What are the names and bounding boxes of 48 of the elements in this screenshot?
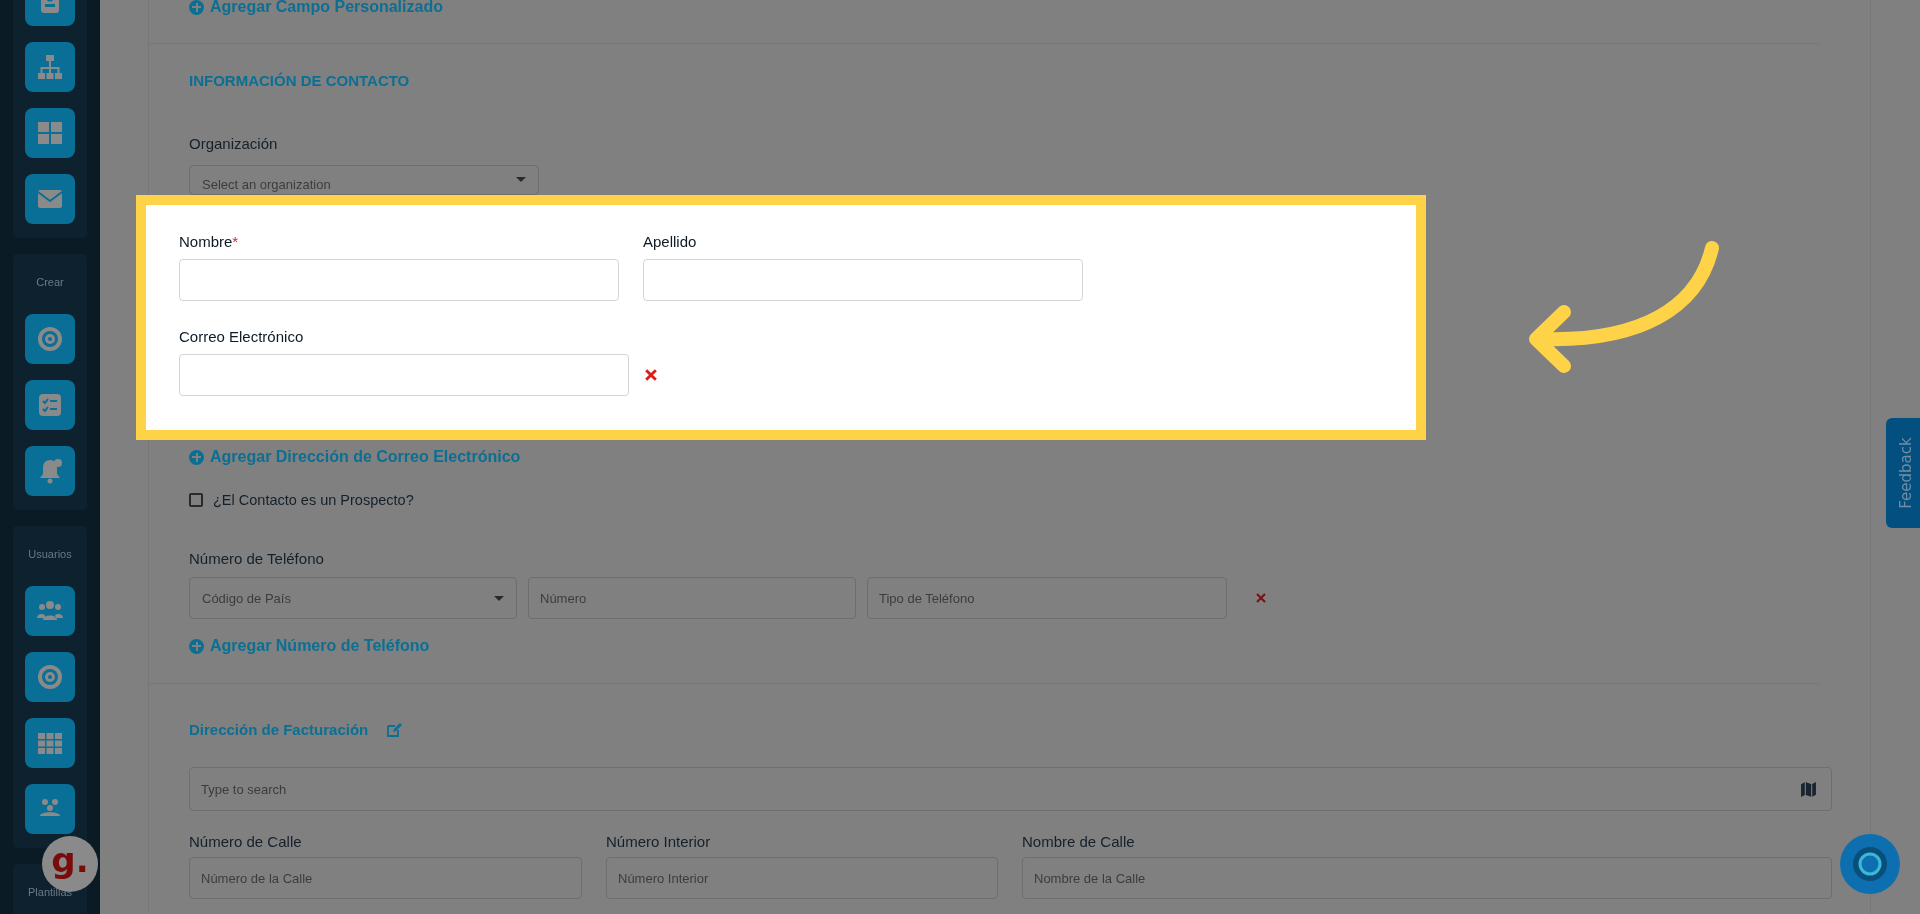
map-icon[interactable] <box>1800 780 1817 798</box>
phone-number-field[interactable]: Número <box>528 577 856 619</box>
target-icon <box>35 324 65 354</box>
field-label: Correo Electrónico <box>179 328 305 345</box>
sidebar-button[interactable] <box>25 108 75 158</box>
section-title: INFORMACIÓN DE CONTACTO <box>189 72 411 89</box>
field-label: Organización <box>189 135 279 152</box>
org-chart-icon <box>35 52 65 82</box>
group-label: Crear <box>36 276 64 288</box>
caret-icon <box>516 176 526 182</box>
close-icon[interactable] <box>645 369 657 381</box>
phone-type-field[interactable]: Tipo de Teléfono <box>867 577 1227 619</box>
chat-button[interactable] <box>1840 834 1900 894</box>
plus-icon <box>189 638 204 654</box>
close-icon[interactable] <box>1256 593 1266 603</box>
checkbox-label: ¿El Contacto es un Prospecto? <box>213 492 414 508</box>
sidebar-button[interactable] <box>25 380 75 430</box>
address-field[interactable]: Número Interior <box>606 857 998 899</box>
section-title: Dirección de Facturación <box>189 721 369 738</box>
feedback-tab[interactable]: Feedback <box>1886 418 1920 528</box>
goal-icon <box>35 662 65 692</box>
field-label: Apellido <box>643 233 698 250</box>
sidebar-button[interactable] <box>25 174 75 224</box>
sidebar-button[interactable] <box>25 718 75 768</box>
caret-icon <box>494 595 504 601</box>
address-field[interactable]: Número de la Calle <box>189 857 582 899</box>
group-label: Usuarios <box>28 548 72 560</box>
field-label: Número de Teléfono <box>189 550 325 567</box>
field-label: Nombre de Calle <box>1022 833 1136 850</box>
address-field[interactable]: Nombre de la Calle <box>1022 857 1832 899</box>
last-name-field[interactable] <box>643 259 1083 301</box>
field-label: Nombre* <box>179 233 240 250</box>
sidebar-button[interactable] <box>25 446 75 496</box>
plus-icon <box>189 0 204 15</box>
sidebar-button[interactable] <box>25 652 75 702</box>
plus-icon <box>189 449 204 465</box>
sidebar-button[interactable] <box>25 314 75 364</box>
email-field[interactable] <box>179 354 629 396</box>
country-code-select[interactable]: Código de País <box>189 577 517 619</box>
first-name-field[interactable] <box>179 259 619 301</box>
sidebar-button[interactable] <box>25 784 75 834</box>
sidebar-button[interactable] <box>25 586 75 636</box>
organization-select[interactable]: Select an organization <box>189 165 539 195</box>
field-label: Número de Calle <box>189 833 303 850</box>
address-search-field[interactable]: Type to search <box>189 767 1832 811</box>
sidebar-button[interactable] <box>25 42 75 92</box>
prospect-checkbox[interactable] <box>189 493 203 507</box>
field-label: Número Interior <box>606 833 712 850</box>
